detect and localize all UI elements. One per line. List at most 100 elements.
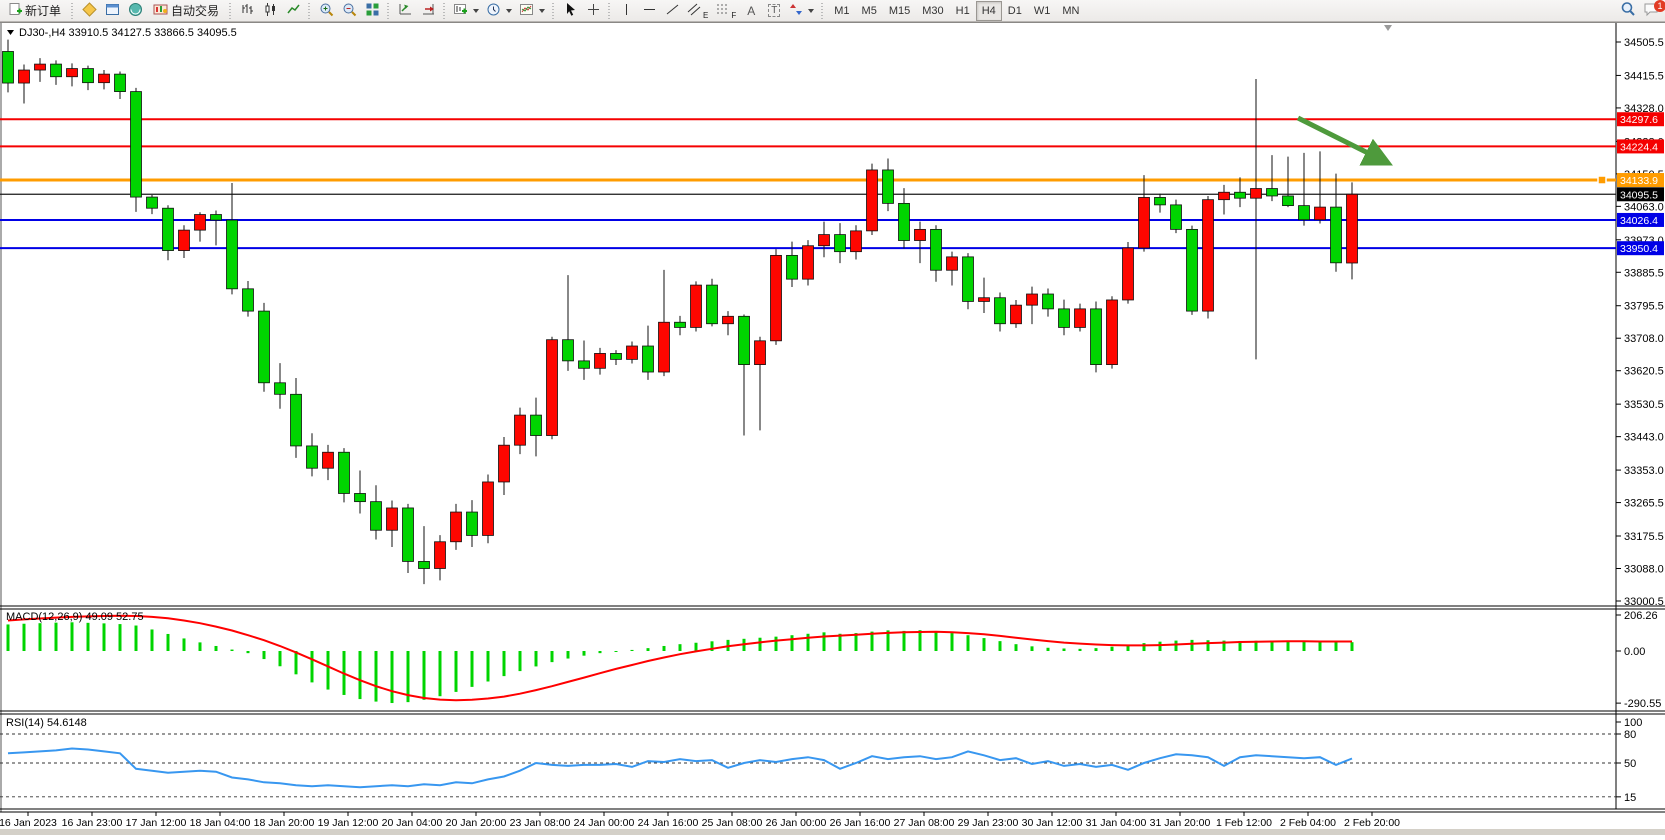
tile-windows-button[interactable] [361, 1, 383, 21]
arrows-icon [789, 2, 803, 20]
period-button[interactable] [483, 1, 515, 21]
data-window-icon [105, 2, 120, 20]
arrows-tool-button[interactable] [786, 1, 817, 21]
svg-text:33443.0: 33443.0 [1624, 432, 1664, 444]
svg-text:0.00: 0.00 [1624, 646, 1645, 658]
chart-canvas[interactable]: 34505.534415.534328.034238.034150.534063… [0, 23, 1665, 835]
text-label-icon: T [768, 4, 780, 17]
toolbar-grip [820, 3, 825, 19]
svg-text:27 Jan 08:00: 27 Jan 08:00 [894, 817, 955, 829]
timeframe-W1[interactable]: W1 [1028, 1, 1057, 21]
svg-text:50: 50 [1624, 758, 1636, 770]
trendline-tool-button[interactable] [661, 1, 683, 21]
navigator-button[interactable] [124, 1, 146, 21]
timeframe-M1[interactable]: M1 [828, 1, 855, 21]
vertical-line-icon [620, 2, 633, 20]
svg-text:19 Jan 12:00: 19 Jan 12:00 [318, 817, 379, 829]
svg-text:34297.6: 34297.6 [1620, 114, 1658, 126]
text-label-tool-button[interactable]: T [763, 1, 785, 21]
timeframe-H4[interactable]: H4 [976, 1, 1002, 21]
candlestick-chart-icon [263, 2, 278, 20]
svg-text:18 Jan 04:00: 18 Jan 04:00 [190, 817, 251, 829]
toolbar-grip [607, 3, 612, 19]
timeframe-D1[interactable]: D1 [1002, 1, 1028, 21]
new-order-icon [8, 2, 22, 19]
rsi-label: RSI(14) 54.6148 [6, 717, 87, 729]
svg-text:33530.5: 33530.5 [1624, 399, 1664, 411]
chart-shift-button[interactable] [417, 1, 439, 21]
crosshair-button[interactable] [582, 1, 604, 21]
svg-text:34063.0: 34063.0 [1624, 201, 1664, 213]
auto-scroll-button[interactable] [394, 1, 416, 21]
symbol-ohlc-text: DJ30-,H4 33910.5 34127.5 33866.5 34095.5 [19, 27, 237, 39]
vertical-line-tool-button[interactable] [615, 1, 637, 21]
svg-text:26 Jan 16:00: 26 Jan 16:00 [830, 817, 891, 829]
svg-text:16 Jan 23:00: 16 Jan 23:00 [62, 817, 123, 829]
main-toolbar: 新订单 自动交易 [0, 0, 1665, 22]
svg-text:2 Feb 04:00: 2 Feb 04:00 [1280, 817, 1336, 829]
toolbar-grip [307, 3, 312, 19]
data-window-button[interactable] [101, 1, 123, 21]
fibonacci-icon [715, 2, 731, 20]
timeframe-M15[interactable]: M15 [883, 1, 916, 21]
timeframe-M5[interactable]: M5 [856, 1, 883, 21]
text-tool-button[interactable]: A [740, 1, 762, 21]
svg-text:33353.0: 33353.0 [1624, 465, 1664, 477]
dropdown-caret-icon [539, 9, 545, 13]
zoom-out-button[interactable] [338, 1, 360, 21]
svg-text:33265.5: 33265.5 [1624, 498, 1664, 510]
line-handle[interactable] [1598, 176, 1606, 184]
line-chart-button[interactable] [282, 1, 304, 21]
svg-text:18 Jan 20:00: 18 Jan 20:00 [254, 817, 315, 829]
timeframe-MN[interactable]: MN [1056, 1, 1085, 21]
template-button[interactable] [516, 1, 548, 21]
svg-text:26 Jan 00:00: 26 Jan 00:00 [766, 817, 827, 829]
new-chart-icon [453, 2, 468, 20]
svg-text:31 Jan 04:00: 31 Jan 04:00 [1086, 817, 1147, 829]
horizontal-line-icon [642, 2, 657, 20]
dropdown-caret-icon [473, 9, 479, 13]
equidistant-channel-tool-button[interactable]: E [684, 1, 711, 21]
candlestick-chart-button[interactable] [259, 1, 281, 21]
svg-text:-290.55: -290.55 [1624, 698, 1661, 710]
notification-badge: 1 [1654, 0, 1665, 12]
template-icon [519, 2, 534, 20]
auto-trading-button[interactable]: 自动交易 [147, 1, 225, 21]
svg-text:30 Jan 12:00: 30 Jan 12:00 [1022, 817, 1083, 829]
zoom-in-button[interactable] [315, 1, 337, 21]
svg-text:33175.5: 33175.5 [1624, 531, 1664, 543]
svg-text:1 Feb 12:00: 1 Feb 12:00 [1216, 817, 1272, 829]
chart-shift-icon [421, 2, 436, 20]
dropdown-caret-icon [506, 9, 512, 13]
toolbar-grip [70, 3, 75, 19]
fibonacci-tool-button[interactable]: F [712, 1, 739, 21]
svg-text:33885.5: 33885.5 [1624, 267, 1664, 279]
timeframe-H1[interactable]: H1 [950, 1, 976, 21]
svg-text:33088.0: 33088.0 [1624, 564, 1664, 576]
horizontal-line-tool-button[interactable] [638, 1, 660, 21]
svg-text:100: 100 [1624, 717, 1642, 729]
svg-text:206.26: 206.26 [1624, 610, 1658, 622]
svg-text:33795.5: 33795.5 [1624, 301, 1664, 313]
market-watch-button[interactable] [78, 1, 100, 21]
svg-text:29 Jan 23:00: 29 Jan 23:00 [958, 817, 1019, 829]
svg-text:20 Jan 04:00: 20 Jan 04:00 [382, 817, 443, 829]
search-button[interactable] [1617, 1, 1639, 21]
bar-chart-button[interactable] [236, 1, 258, 21]
line-chart-icon [286, 2, 301, 20]
svg-text:34133.9: 34133.9 [1620, 175, 1658, 187]
cursor-button[interactable] [559, 1, 581, 21]
clock-icon [486, 2, 501, 20]
svg-text:34224.4: 34224.4 [1620, 141, 1658, 153]
new-chart-button[interactable] [450, 1, 482, 21]
chart-window[interactable]: 34505.534415.534328.034238.034150.534063… [0, 22, 1665, 835]
notifications-button[interactable]: 1 [1640, 1, 1663, 21]
market-watch-icon [82, 2, 97, 20]
svg-text:34095.5: 34095.5 [1620, 189, 1658, 201]
tile-windows-icon [365, 2, 380, 20]
crosshair-icon [586, 2, 601, 20]
svg-text:33620.5: 33620.5 [1624, 366, 1664, 378]
svg-text:25 Jan 08:00: 25 Jan 08:00 [702, 817, 763, 829]
new-order-button[interactable]: 新订单 [2, 1, 67, 21]
timeframe-M30[interactable]: M30 [916, 1, 949, 21]
